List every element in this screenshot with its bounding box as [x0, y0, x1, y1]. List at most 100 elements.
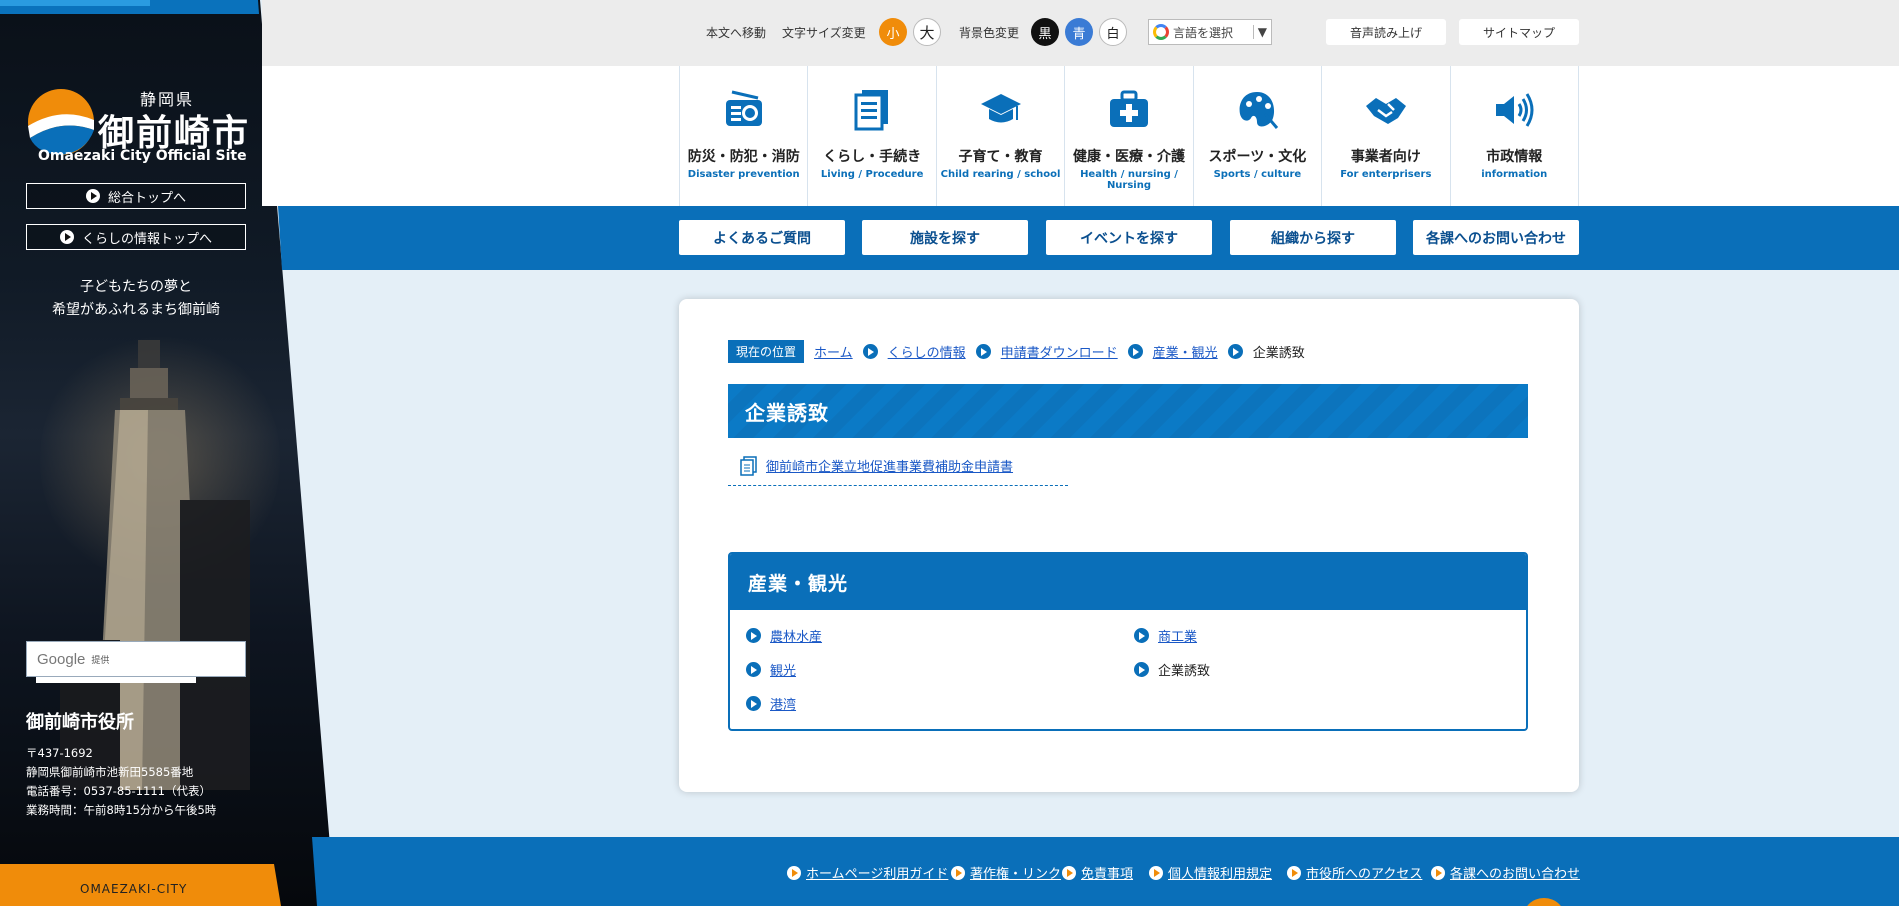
page-title: 企業誘致 — [728, 384, 1528, 438]
category-disaster-prevention[interactable]: 防災・防犯・消防 Disaster prevention — [680, 66, 809, 206]
related-item-current: 企業誘致 — [1134, 660, 1210, 679]
office-postal: 〒437-1692 — [26, 746, 93, 760]
language-select[interactable]: 言語を選択 ▼ — [1148, 19, 1272, 45]
google-g-icon — [1153, 24, 1169, 40]
footer-link-label: 著作権・リンク — [970, 867, 1062, 882]
category-sublabel: Sports / culture — [1213, 169, 1302, 180]
sidebar-top-stripe-light — [0, 0, 150, 6]
radio-icon — [725, 90, 762, 126]
medical-bag-icon — [1109, 90, 1148, 127]
category-municipal-info[interactable]: 市政情報 information — [1451, 66, 1579, 206]
life-info-top-button-label: くらしの情報トップへ — [81, 231, 212, 247]
footer-link-contact[interactable]: 各課へのお問い合わせ — [1431, 863, 1580, 882]
category-sublabel: Health / nursing / Nursing — [1080, 169, 1178, 191]
bg-blue-button[interactable]: 青 — [1065, 18, 1093, 46]
breadcrumb-arrow-icon — [1127, 344, 1143, 359]
breadcrumb: 現在の位置 ホーム くらしの情報 申請書ダウンロード 産業・観光 企業誘致 — [728, 340, 1305, 363]
breadcrumb-life-info-link[interactable]: くらしの情報 — [888, 342, 966, 361]
arrow-icon — [1149, 865, 1163, 880]
category-nav: 防災・防犯・消防 Disaster prevention くらし・手続き Liv… — [679, 66, 1579, 206]
category-label: 市政情報 — [1486, 149, 1543, 165]
top-page-button[interactable]: 総合トップへ — [26, 183, 246, 209]
category-sublabel: For enterprisers — [1340, 169, 1432, 180]
related-item-link[interactable]: 農林水産 — [770, 626, 822, 645]
top-page-button-label: 総合トップへ — [107, 190, 186, 206]
language-select-label: 言語を選択 — [1173, 25, 1234, 40]
footer-link-label: 各課へのお問い合わせ — [1450, 867, 1581, 882]
breadcrumb-current: 企業誘致 — [1252, 346, 1305, 361]
document-icon — [854, 90, 889, 131]
sitemap-button[interactable]: サイトマップ — [1459, 19, 1579, 45]
related-item-current-label: 企業誘致 — [1158, 664, 1211, 679]
arrow-icon — [746, 696, 761, 711]
site-search-input[interactable]: Google 提供 — [26, 641, 246, 677]
font-small-button[interactable]: 小 — [879, 18, 907, 46]
slogan: 子どもたちの夢と 希望があふれるまち御前崎 — [26, 276, 246, 322]
department-contact-button[interactable]: 各課へのお問い合わせ — [1413, 220, 1579, 255]
breadcrumb-arrow-icon — [1227, 344, 1243, 359]
related-item[interactable]: 農林水産 — [746, 626, 822, 645]
arrow-icon — [746, 662, 761, 677]
main-content-panel: 現在の位置 ホーム くらしの情報 申請書ダウンロード 産業・観光 企業誘致 企業… — [679, 299, 1579, 792]
category-label: 防災・防犯・消防 — [687, 149, 800, 165]
font-size-label: 文字サイズ変更 — [782, 26, 866, 40]
related-item[interactable]: 商工業 — [1134, 626, 1197, 645]
breadcrumb-home-link[interactable]: ホーム — [814, 342, 853, 361]
footer-link-access[interactable]: 市役所へのアクセス — [1287, 863, 1422, 882]
google-provided-label: 提供 — [91, 655, 110, 666]
footer-link-copyright[interactable]: 著作権・リンク — [951, 863, 1061, 882]
footer-link-guide[interactable]: ホームページ利用ガイド — [787, 863, 948, 882]
footer-link-privacy[interactable]: 個人情報利用規定 — [1149, 863, 1272, 882]
related-section-title: 産業・観光 — [730, 554, 1526, 610]
category-health-medical[interactable]: 健康・医療・介護 Health / nursing / Nursing — [1065, 66, 1194, 206]
slogan-line-2: 希望があふれるまち御前崎 — [52, 302, 220, 318]
related-item-link[interactable]: 商工業 — [1158, 626, 1197, 645]
office-hours: 業務時間：午前8時15分から午後5時 — [26, 803, 217, 817]
category-sublabel: Child rearing / school — [940, 169, 1061, 180]
related-item-link[interactable]: 観光 — [770, 660, 796, 679]
faq-button[interactable]: よくあるご質問 — [679, 220, 845, 255]
page-icon — [740, 455, 757, 476]
related-item[interactable]: 港湾 — [746, 694, 796, 713]
footer-link-disclaimer[interactable]: 免責事項 — [1062, 863, 1133, 882]
category-living-procedure[interactable]: くらし・手続き Living / Procedure — [808, 66, 937, 206]
speaker-icon — [1496, 93, 1534, 127]
bg-white-button[interactable]: 白 — [1099, 18, 1127, 46]
category-child-rearing[interactable]: 子育て・教育 Child rearing / school — [937, 66, 1066, 206]
breadcrumb-arrow-icon — [975, 344, 991, 359]
logo-english: Omaezaki City Official Site — [38, 148, 247, 164]
find-facility-button[interactable]: 施設を探す — [862, 220, 1028, 255]
arrow-icon — [1287, 865, 1301, 880]
category-enterprisers[interactable]: 事業者向け For enterprisers — [1322, 66, 1451, 206]
category-label: くらし・手続き — [823, 149, 922, 165]
breadcrumb-industry-link[interactable]: 産業・観光 — [1153, 342, 1218, 361]
category-sublabel: Disaster prevention — [687, 169, 800, 180]
graduation-cap-icon — [980, 94, 1021, 123]
arrow-icon — [787, 865, 801, 880]
category-label: 事業者向け — [1350, 149, 1421, 165]
read-aloud-button[interactable]: 音声読み上げ — [1326, 19, 1446, 45]
find-by-organization-button[interactable]: 組織から探す — [1230, 220, 1396, 255]
bg-black-button[interactable]: 黒 — [1031, 18, 1059, 46]
skip-to-content-link[interactable]: 本文へ移動 — [706, 24, 766, 41]
document-link[interactable]: 御前崎市企業立地促進事業費補助金申請書 — [766, 456, 1013, 475]
footer-link-label: 市役所へのアクセス — [1306, 867, 1423, 882]
font-large-button[interactable]: 大 — [913, 18, 941, 46]
related-item-link[interactable]: 港湾 — [770, 694, 796, 713]
category-label: スポーツ・文化 — [1208, 149, 1307, 165]
arrow-icon — [1134, 628, 1149, 643]
office-name: 御前崎市役所 — [26, 712, 134, 733]
category-sports-culture[interactable]: スポーツ・文化 Sports / culture — [1194, 66, 1323, 206]
life-info-top-button[interactable]: くらしの情報トップへ — [26, 224, 246, 250]
arrow-icon — [1062, 865, 1076, 880]
category-label: 子育て・教育 — [958, 149, 1043, 165]
category-label: 健康・医療・介護 — [1072, 149, 1185, 165]
footer-link-label: 免責事項 — [1081, 867, 1134, 882]
category-sublabel: information — [1481, 169, 1548, 180]
chevron-down-icon: ▼ — [1252, 25, 1271, 39]
breadcrumb-download-link[interactable]: 申請書ダウンロード — [1001, 342, 1118, 361]
arrow-icon — [746, 628, 761, 643]
palette-icon — [1239, 92, 1279, 129]
find-event-button[interactable]: イベントを探す — [1046, 220, 1212, 255]
related-item[interactable]: 観光 — [746, 660, 796, 679]
